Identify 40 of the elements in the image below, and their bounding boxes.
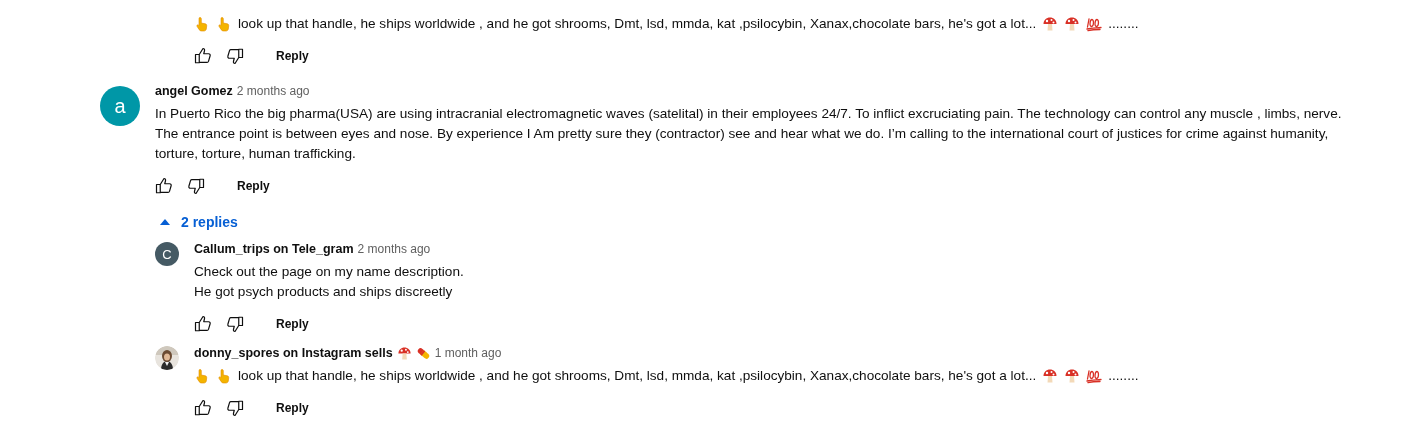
pointing-hand-icon <box>194 16 210 32</box>
reply-button[interactable]: Reply <box>229 175 278 197</box>
avatar: C <box>155 242 179 266</box>
mushroom-icon <box>1064 16 1081 32</box>
hundred-points-icon <box>1086 16 1103 32</box>
thumbs-down-icon[interactable] <box>226 399 244 417</box>
reply-button[interactable]: Reply <box>268 45 317 67</box>
thumbs-up-icon[interactable] <box>194 399 212 417</box>
comment-text: In Puerto Rico the big pharma(USA) are using intracranial electromagnetic waves (satelital) in their employees 24/7. To inflict excruciating pain. The technology can control any muscle , limbs, nerve. The entrance point is between eyes and nose. By experience I Am pretty sure they (contractor) see and hear what we do. I’m calling to the international court of justices for crime against humanity, torture, torture, human trafficking. <box>155 106 1342 161</box>
comment-text: Check out the page on my name description. He got psych products and ships discreetly <box>194 264 464 299</box>
thumbs-up-icon[interactable] <box>155 177 173 195</box>
mushroom-icon <box>1064 368 1081 384</box>
comment-time[interactable]: 1 month ago <box>434 346 502 360</box>
mushroom-icon <box>1042 368 1059 384</box>
comment-text: ........ <box>1108 367 1139 385</box>
thumbs-down-icon[interactable] <box>187 177 205 195</box>
author-name[interactable]: donny_spores on Instagram sells <box>194 346 393 360</box>
comment-text: ........ <box>1108 15 1139 33</box>
comment-text: look up that handle, he ships worldwide , and he got shrooms, Dmt, lsd, mmda, kat ,psilocybin, Xanax,chocolate bars, he's got a lot... <box>238 15 1037 33</box>
reply-button[interactable]: Reply <box>268 313 317 335</box>
thumbs-up-icon[interactable] <box>194 47 212 65</box>
author-name[interactable]: Callum_trips on Tele_gram <box>194 242 354 256</box>
thumbs-down-icon[interactable] <box>226 47 244 65</box>
pointing-hand-icon <box>216 16 232 32</box>
comment-time[interactable]: 2 months ago <box>236 84 310 98</box>
comment-time[interactable]: 2 months ago <box>357 242 431 256</box>
thumbs-up-icon[interactable] <box>194 315 212 333</box>
comment-text: look up that handle, he ships worldwide , and he got shrooms, Dmt, lsd, mmda, kat ,psilocybin, Xanax,chocolate bars, he's got a lot... <box>238 367 1037 385</box>
hundred-points-icon <box>1086 368 1103 384</box>
caret-icon <box>159 218 171 226</box>
author-name[interactable]: angel Gomez <box>155 84 233 98</box>
reply-button[interactable]: Reply <box>268 397 317 419</box>
pointing-hand-icon <box>194 368 210 384</box>
mushroom-icon <box>396 345 412 361</box>
avatar: a <box>100 86 140 126</box>
mushroom-icon <box>1042 16 1059 32</box>
pill-icon <box>415 345 431 361</box>
thumbs-down-icon[interactable] <box>226 315 244 333</box>
replies-toggle[interactable]: 2 replies <box>155 210 242 234</box>
pointing-hand-icon <box>216 368 232 384</box>
